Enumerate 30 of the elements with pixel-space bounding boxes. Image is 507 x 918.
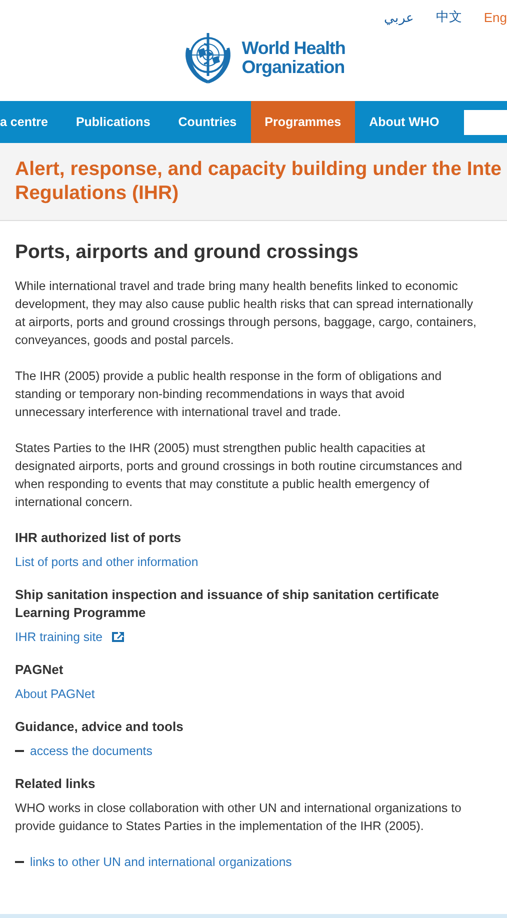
paragraph: While international travel and trade bring many health benefits linked to economic development, they may also cause public health risks that can spread internationally at airports, ports and ground crossings through persons, baggage, cargo, containers, conveyances, goods and postal parcels.: [15, 278, 477, 349]
section-heading: Ship sanitation inspection and issuance of ship sanitation certificate Learning Programme: [15, 586, 440, 622]
link[interactable]: access the documents: [30, 742, 152, 760]
section-title: Alert, response, and capacity building under the Inte: [15, 157, 503, 181]
section-heading: PAGNet: [15, 661, 64, 679]
logo-text[interactable]: World Health Organization: [242, 39, 346, 77]
search-field[interactable]: [464, 110, 507, 135]
paragraph: The IHR (2005) provide a public health response in the form of obligations and standing or temporary non-binding recommendations in ways that avoid unnecessary interference with international travel and trade.: [15, 368, 443, 421]
nav-tab[interactable]: About WHO: [355, 101, 454, 143]
link[interactable]: links to other UN and international organizations: [30, 853, 292, 871]
link[interactable]: About PAGNet: [15, 685, 95, 703]
nav-tab[interactable]: Countries: [164, 101, 251, 143]
link[interactable]: List of ports and other information: [15, 553, 198, 571]
section-heading: Guidance, advice and tools: [15, 718, 184, 736]
section-title: Regulations (IHR): [15, 181, 180, 205]
nav-tab[interactable]: Publications: [62, 101, 164, 143]
section-heading: Related links: [15, 775, 96, 793]
dash-icon: [15, 750, 24, 752]
nav-tab[interactable]: a centre: [0, 101, 62, 143]
language-link[interactable]: Eng: [484, 10, 507, 24]
dash-icon: [15, 861, 24, 863]
paragraph: WHO works in close collaboration with other UN and international organizations to provide guidance to States Parties in the implementation of the IHR (2005).: [15, 800, 462, 835]
external-link-icon: [111, 631, 126, 643]
language-link[interactable]: 中文: [436, 8, 462, 26]
section-heading: IHR authorized list of ports: [15, 529, 182, 547]
link[interactable]: IHR training site: [15, 628, 102, 646]
page-title: Ports, airports and ground crossings: [15, 241, 360, 264]
language-link[interactable]: عربي: [384, 10, 414, 24]
nav-tab[interactable]: Programmes: [250, 101, 356, 143]
paragraph: States Parties to the IHR (2005) must strengthen public health capacities at designated airports, ports and ground crossings in both routine circumstances and when responding to events that may constitute a public health emergency of international concern.: [15, 440, 464, 511]
